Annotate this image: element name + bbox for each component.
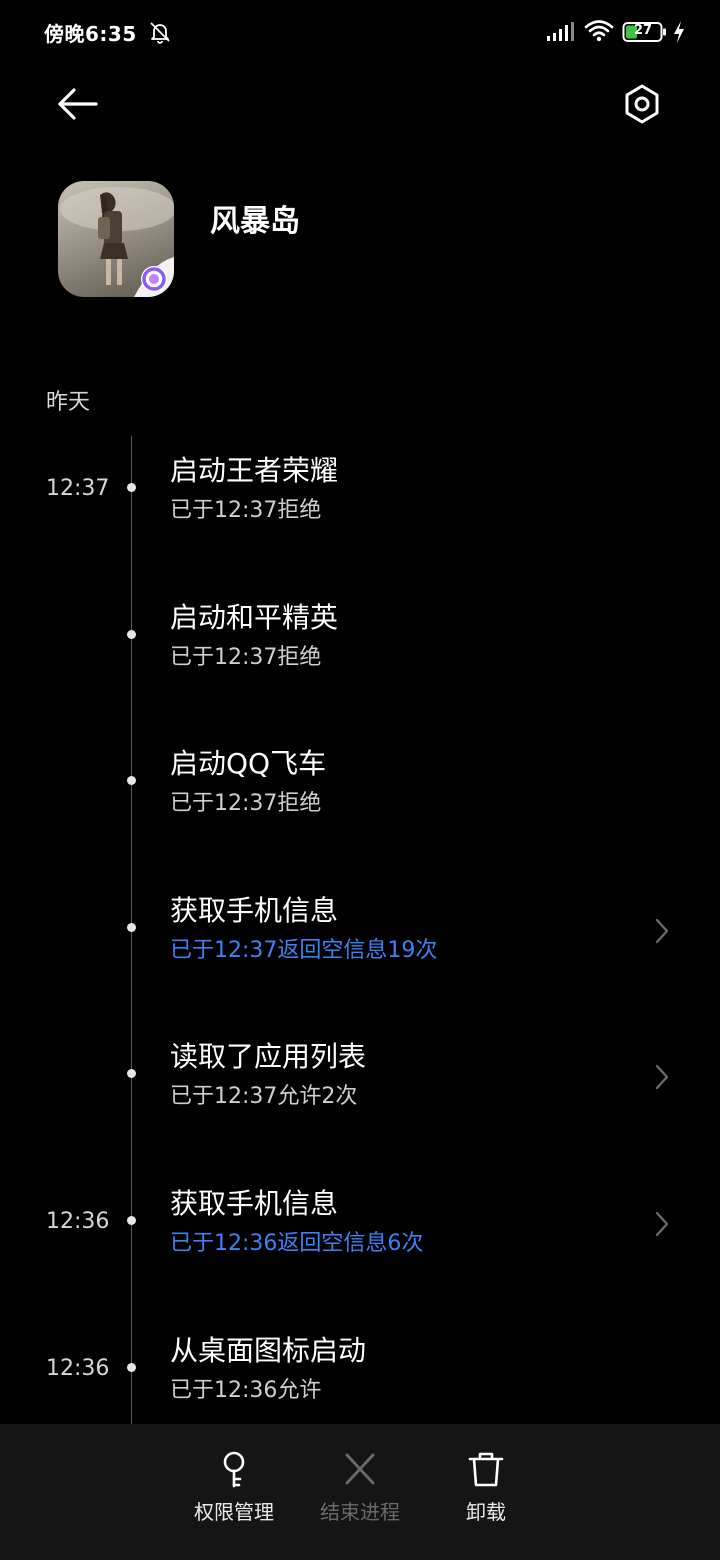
key-icon [223, 1451, 245, 1488]
timeline-dot [127, 1069, 136, 1079]
timeline-dot [127, 483, 136, 492]
timeline-entry-phone-info[interactable]: 获取手机信息 已于12:37返回空信息19次 [0, 876, 720, 1023]
entry-title: 启动和平精英 [170, 600, 339, 634]
timeline-entry: 启动和平精英 已于12:37拒绝 [0, 583, 720, 730]
app-icon [58, 181, 174, 297]
settings-button[interactable] [618, 80, 666, 128]
app-name: 风暴岛 [210, 204, 300, 239]
wifi-icon [584, 20, 614, 42]
timeline-entry: 12:37 启动王者荣耀 已于12:37拒绝 [0, 436, 720, 583]
end-process-label: 结束进程 [320, 1500, 400, 1524]
end-process-button[interactable]: 结束进程 [305, 1450, 415, 1540]
timeline-dot [127, 776, 136, 786]
back-button[interactable] [52, 80, 102, 128]
timeline-dot [127, 629, 136, 639]
entry-time: 12:36 [46, 1208, 110, 1234]
charging-icon [674, 21, 684, 43]
entry-subtitle: 已于12:37拒绝 [170, 498, 322, 523]
entry-title: 获取手机信息 [170, 893, 339, 927]
status-bar: 傍晚6:35 27 [0, 0, 720, 64]
timeline-list: 12:37 启动王者荣耀 已于12:37拒绝 启动和平精英 已于12:37拒绝 … [0, 436, 720, 1462]
signal-icon [547, 22, 574, 41]
permissions-button[interactable]: 权限管理 [179, 1450, 289, 1540]
entry-subtitle: 已于12:37拒绝 [170, 644, 322, 670]
bottom-action-bar: 权限管理 结束进程 卸载 [0, 1424, 720, 1560]
chevron-right-icon [655, 1065, 669, 1090]
trash-icon [468, 1452, 504, 1487]
uninstall-label: 卸载 [466, 1500, 506, 1524]
chevron-right-icon [655, 1211, 669, 1237]
arrow-left-icon [58, 88, 98, 120]
battery-level: 27 [633, 23, 653, 38]
section-label-date: 昨天 [46, 390, 91, 415]
timeline-dot [127, 1215, 136, 1225]
entry-subtitle: 已于12:36允许 [170, 1377, 322, 1403]
entry-title: 启动王者荣耀 [170, 454, 339, 487]
close-icon [345, 1453, 375, 1485]
status-time: 傍晚6:35 [44, 22, 137, 46]
entry-title: 启动QQ飞车 [170, 747, 327, 781]
entry-title: 读取了应用列表 [170, 1040, 367, 1074]
entry-subtitle: 已于12:37返回空信息19次 [170, 937, 438, 963]
permissions-label: 权限管理 [194, 1500, 274, 1524]
entry-subtitle: 已于12:37允许2次 [170, 1084, 358, 1110]
entry-title: 从桌面图标启动 [170, 1333, 367, 1367]
timeline-entry-phone-info[interactable]: 12:36 获取手机信息 已于12:36返回空信息6次 [0, 1169, 720, 1316]
mute-bell-icon [150, 22, 170, 44]
hexagon-gear-icon [625, 84, 659, 124]
timeline-entry-app-list[interactable]: 读取了应用列表 已于12:37允许2次 [0, 1022, 720, 1169]
uninstall-button[interactable]: 卸载 [431, 1450, 541, 1540]
entry-subtitle: 已于12:36返回空信息6次 [170, 1230, 424, 1256]
timeline-dot [127, 1362, 136, 1372]
entry-time: 12:36 [46, 1355, 110, 1381]
timeline-entry: 启动QQ飞车 已于12:37拒绝 [0, 729, 720, 876]
entry-subtitle: 已于12:37拒绝 [170, 791, 322, 817]
chevron-right-icon [655, 918, 669, 943]
entry-title: 获取手机信息 [170, 1186, 339, 1220]
entry-time: 12:37 [46, 476, 110, 501]
timeline-dot [127, 922, 136, 932]
